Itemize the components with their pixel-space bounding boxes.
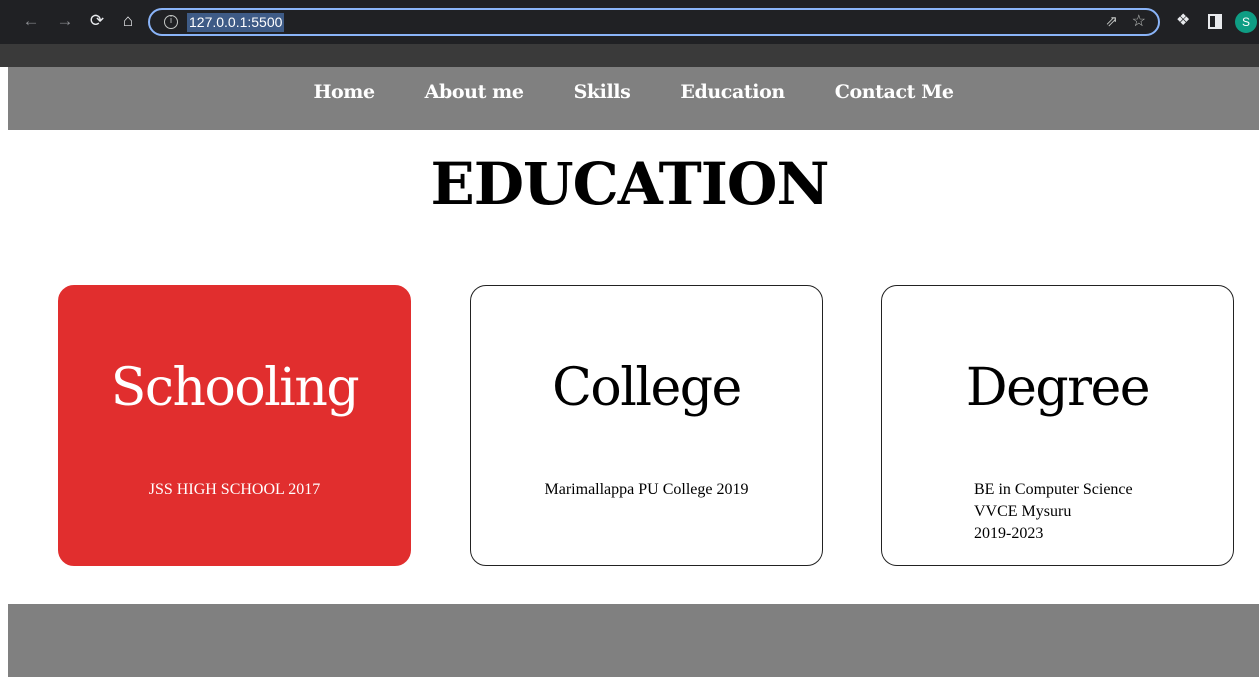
nav-contact-link[interactable]: Contact Me	[835, 67, 954, 103]
card-title: Schooling	[110, 358, 360, 418]
card-line: Marimallappa PU College 2019	[544, 481, 749, 498]
card-text: BE in Computer Science VVCE Mysuru 2019-…	[974, 479, 1133, 545]
avatar[interactable]: S	[1235, 11, 1257, 33]
page-title: EDUCATION	[430, 150, 830, 218]
card-line: VVCE Mysuru	[974, 503, 1072, 520]
info-icon[interactable]: i	[164, 15, 178, 29]
card-line: JSS HIGH SCHOOL 2017	[148, 481, 321, 498]
side-panel-icon[interactable]	[1208, 14, 1222, 29]
browser-strip	[0, 44, 1259, 67]
nav-skills-link[interactable]: Skills	[574, 67, 631, 103]
extensions-icon[interactable]: ❖	[1176, 10, 1190, 30]
card-title: College	[552, 358, 742, 418]
forward-arrow-icon[interactable]: →	[54, 10, 76, 32]
share-icon[interactable]: ⇗	[1105, 12, 1118, 30]
card-college[interactable]: College Marimallappa PU College 2019	[470, 285, 823, 566]
address-bar[interactable]: i 127.0.0.1:5500 ⇗ ☆	[148, 8, 1160, 36]
nav-education-link[interactable]: Education	[680, 67, 785, 103]
card-degree[interactable]: Degree BE in Computer Science VVCE Mysur…	[881, 285, 1234, 566]
nav-home-link[interactable]: Home	[313, 67, 375, 103]
navbar: Home About me Skills Education Contact M…	[8, 67, 1259, 130]
nav-about-link[interactable]: About me	[425, 67, 524, 103]
star-icon[interactable]: ☆	[1132, 11, 1146, 31]
card-line: BE in Computer Science	[974, 481, 1133, 498]
back-arrow-icon[interactable]: ←	[20, 10, 42, 32]
footer	[8, 604, 1259, 677]
card-title: Degree	[965, 358, 1151, 418]
card-schooling[interactable]: Schooling JSS HIGH SCHOOL 2017	[58, 285, 411, 566]
card-text: Marimallappa PU College 2019	[471, 479, 822, 501]
url-text[interactable]: 127.0.0.1:5500	[187, 13, 285, 32]
card-line: 2019-2023	[974, 525, 1044, 542]
browser-toolbar: ← → ⟳ ⌂ i 127.0.0.1:5500 ⇗ ☆ ❖ S	[0, 0, 1259, 44]
home-icon[interactable]: ⌂	[117, 10, 139, 32]
reload-icon[interactable]: ⟳	[86, 10, 108, 32]
card-text: JSS HIGH SCHOOL 2017	[59, 479, 410, 501]
